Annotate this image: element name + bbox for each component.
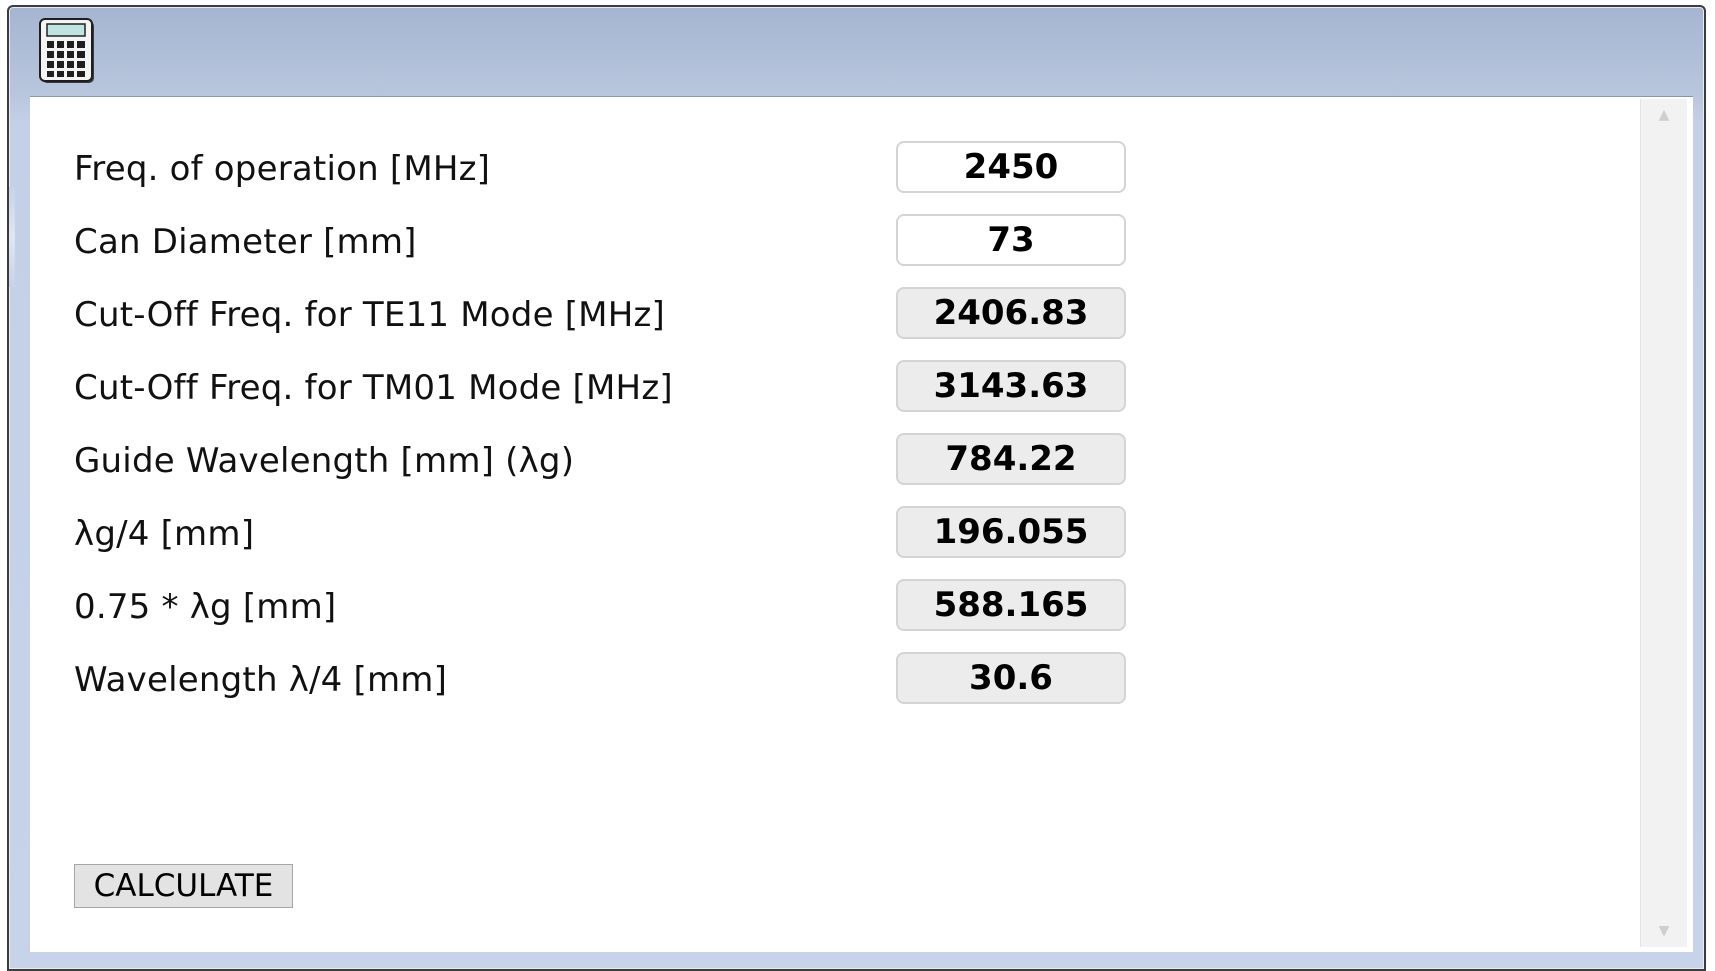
guide-wavelength-output: 784.22 bbox=[896, 433, 1126, 485]
three-quarter-guide-wavelength-label: 0.75 * λg [mm] bbox=[74, 587, 337, 627]
te11-cutoff-output: 2406.83 bbox=[896, 287, 1126, 339]
can-diameter-input[interactable]: 73 bbox=[896, 214, 1126, 266]
scroll-up-arrow-icon[interactable]: ▲ bbox=[1654, 108, 1674, 122]
quarter-wavelength-label: Wavelength λ/4 [mm] bbox=[74, 660, 448, 700]
row-guide-wavelength: Guide Wavelength [mm] (λg) 784.22 bbox=[30, 433, 1130, 485]
tm01-cutoff-output: 3143.63 bbox=[896, 360, 1126, 412]
row-te11-cutoff: Cut-Off Freq. for TE11 Mode [MHz] 2406.8… bbox=[30, 287, 1130, 339]
scroll-down-arrow-icon[interactable]: ▼ bbox=[1654, 924, 1674, 938]
quarter-guide-wavelength-label: λg/4 [mm] bbox=[74, 514, 255, 554]
row-can-diameter: Can Diameter [mm] 73 bbox=[30, 214, 1130, 266]
frequency-input[interactable]: 2450 bbox=[896, 141, 1126, 193]
window-frame-edge bbox=[9, 187, 15, 287]
row-frequency: Freq. of operation [MHz] 2450 bbox=[30, 141, 1130, 193]
quarter-wavelength-output: 30.6 bbox=[896, 652, 1126, 704]
three-quarter-guide-wavelength-output: 588.165 bbox=[896, 579, 1126, 631]
row-three-quarter-guide-wavelength: 0.75 * λg [mm] 588.165 bbox=[30, 579, 1130, 631]
row-quarter-wavelength: Wavelength λ/4 [mm] 30.6 bbox=[30, 652, 1130, 704]
row-quarter-guide-wavelength: λg/4 [mm] 196.055 bbox=[30, 506, 1130, 558]
calculator-panel: Freq. of operation [MHz] 2450 Can Diamet… bbox=[30, 96, 1693, 952]
frequency-label: Freq. of operation [MHz] bbox=[74, 149, 491, 189]
vertical-scrollbar[interactable]: ▲ ▼ bbox=[1640, 99, 1687, 947]
guide-wavelength-label: Guide Wavelength [mm] (λg) bbox=[74, 441, 575, 481]
calculator-window: Freq. of operation [MHz] 2450 Can Diamet… bbox=[7, 5, 1706, 971]
row-tm01-cutoff: Cut-Off Freq. for TM01 Mode [MHz] 3143.6… bbox=[30, 360, 1130, 412]
tm01-cutoff-label: Cut-Off Freq. for TM01 Mode [MHz] bbox=[74, 368, 673, 408]
can-diameter-label: Can Diameter [mm] bbox=[74, 222, 417, 262]
calculator-icon bbox=[39, 18, 94, 83]
te11-cutoff-label: Cut-Off Freq. for TE11 Mode [MHz] bbox=[74, 295, 665, 335]
calculate-button[interactable]: CALCULATE bbox=[74, 864, 293, 908]
quarter-guide-wavelength-output: 196.055 bbox=[896, 506, 1126, 558]
